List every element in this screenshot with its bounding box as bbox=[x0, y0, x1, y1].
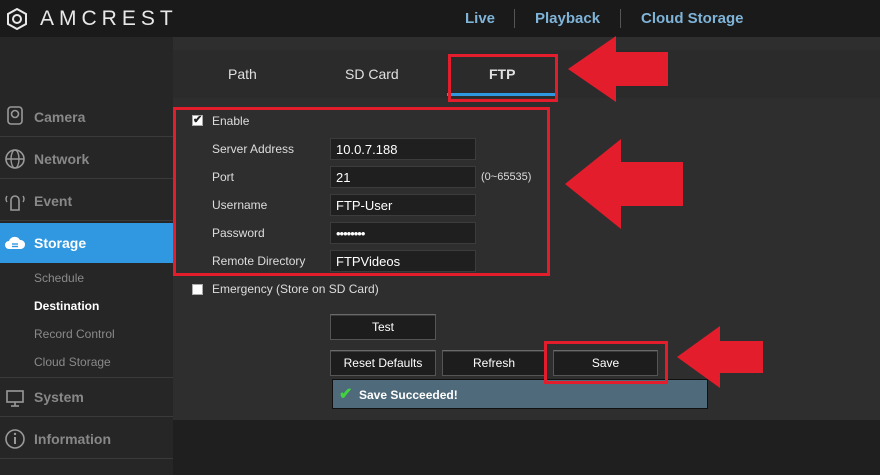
annotation-box-save bbox=[544, 341, 668, 384]
annotation-arrow-icon bbox=[568, 36, 668, 102]
reset-defaults-button[interactable]: Reset Defaults bbox=[330, 350, 436, 376]
test-button[interactable]: Test bbox=[330, 314, 436, 340]
annotation-box-form bbox=[173, 107, 550, 276]
emergency-checkbox[interactable] bbox=[192, 284, 203, 295]
sidebar-item-information[interactable]: Information bbox=[0, 419, 173, 459]
nav-live[interactable]: Live bbox=[465, 10, 495, 27]
nav-cloud-storage[interactable]: Cloud Storage bbox=[641, 10, 744, 27]
annotation-arrow-icon bbox=[565, 139, 683, 229]
sidebar-item-label: Information bbox=[34, 430, 111, 447]
annotation-arrow-icon bbox=[677, 326, 763, 388]
camera-icon bbox=[7, 106, 23, 125]
nav-separator bbox=[514, 9, 515, 28]
sidebar-item-event[interactable]: Event bbox=[0, 181, 173, 221]
amcrest-logo-icon bbox=[7, 8, 27, 30]
event-icon bbox=[5, 195, 25, 211]
sidebar-item-label: Camera bbox=[34, 108, 86, 125]
sidebar-item-camera[interactable]: Camera bbox=[0, 97, 173, 137]
sidebar-item-system[interactable]: System bbox=[0, 377, 173, 417]
sidebar-item-storage[interactable]: Storage bbox=[0, 223, 173, 263]
success-check-icon: ✔ bbox=[339, 386, 353, 403]
brand-logo: AMCREST bbox=[6, 7, 178, 31]
monitor-icon bbox=[6, 390, 24, 407]
footer-bar bbox=[173, 420, 880, 475]
top-bar: AMCREST Live Playback Cloud Storage bbox=[0, 0, 880, 37]
sidebar-subitem-cloud-storage[interactable]: Cloud Storage bbox=[34, 355, 111, 369]
sidebar-item-label: Network bbox=[34, 150, 90, 167]
sidebar-item-label: Event bbox=[34, 192, 73, 209]
sidebar-item-label: System bbox=[34, 389, 84, 405]
brand-name: AMCREST bbox=[40, 7, 178, 30]
tab-path[interactable]: Path bbox=[228, 66, 257, 82]
cloud-icon bbox=[5, 236, 26, 249]
globe-icon bbox=[5, 149, 25, 169]
annotation-box-ftp-tab bbox=[448, 54, 558, 102]
refresh-button[interactable]: Refresh bbox=[442, 350, 546, 376]
nav-playback[interactable]: Playback bbox=[535, 10, 600, 27]
sidebar-item-network[interactable]: Network bbox=[0, 139, 173, 179]
sidebar-subitem-record-control[interactable]: Record Control bbox=[34, 327, 115, 341]
sidebar-item-label: Storage bbox=[34, 235, 87, 251]
info-icon bbox=[5, 429, 25, 449]
emergency-label: Emergency (Store on SD Card) bbox=[212, 282, 379, 296]
sidebar-subitem-schedule[interactable]: Schedule bbox=[34, 271, 84, 285]
nav-separator bbox=[620, 9, 621, 28]
status-message: Save Succeeded! bbox=[359, 388, 458, 402]
tab-sd-card[interactable]: SD Card bbox=[345, 66, 399, 82]
sidebar-subitem-destination[interactable]: Destination bbox=[34, 299, 99, 313]
